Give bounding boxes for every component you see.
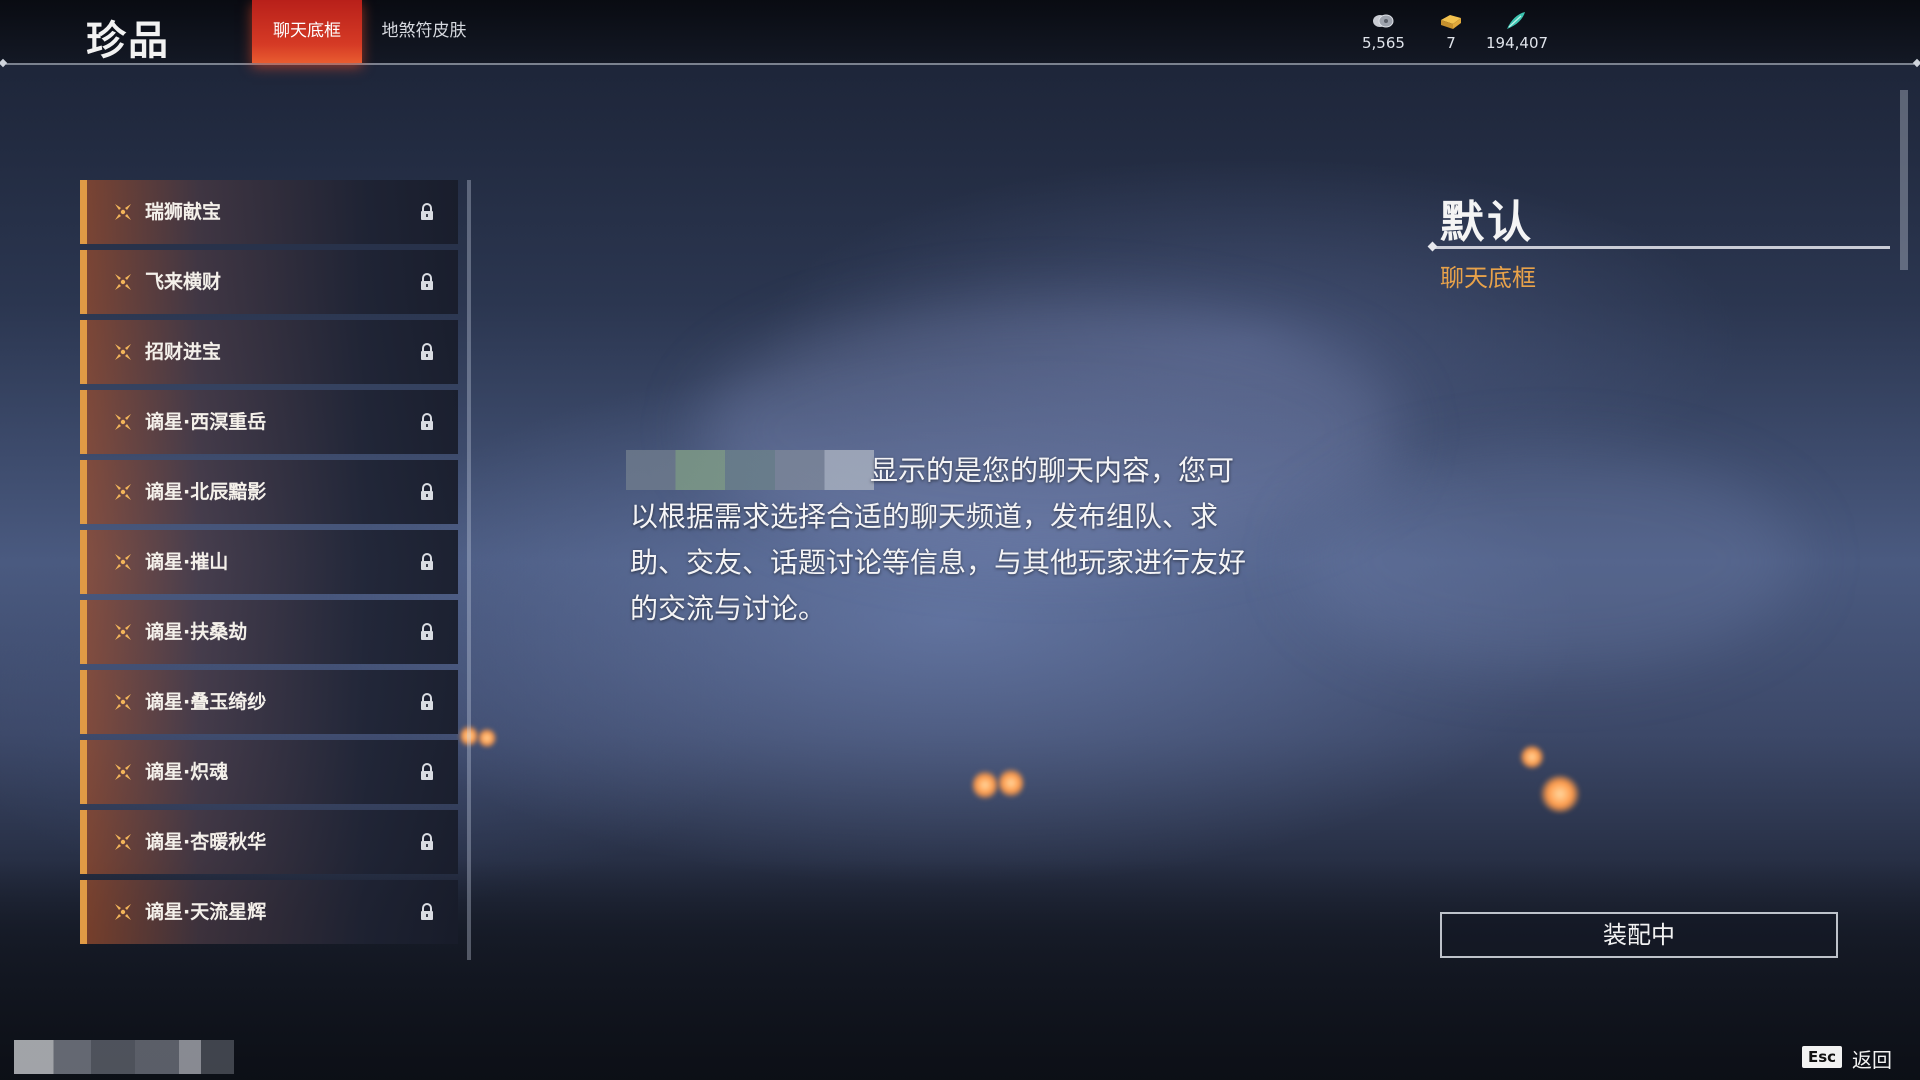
emblem-icon [115, 904, 131, 920]
tab-talisman-skin[interactable]: 地煞符皮肤 [368, 0, 480, 63]
list-item[interactable]: 谪星·西溟重岳 [80, 390, 458, 454]
back-button[interactable]: 返回 [1852, 1044, 1892, 1073]
list-item-label: 谪星·摧山 [145, 551, 229, 573]
list-item[interactable]: 招财进宝 [80, 320, 458, 384]
esc-key-hint[interactable]: Esc [1802, 1046, 1843, 1068]
emblem-icon [115, 694, 131, 710]
lock-icon [421, 763, 433, 780]
lock-icon [421, 483, 433, 500]
emblem-icon [115, 344, 131, 360]
currency-silver-value: 5,565 [1362, 34, 1405, 52]
detail-title: 默认 [1440, 197, 1534, 248]
emblem-icon [115, 764, 131, 780]
lantern-light [998, 768, 1024, 798]
lock-icon [421, 273, 433, 290]
lock-icon [421, 623, 433, 640]
currency-gold: 7 [1438, 10, 1464, 52]
lock-icon [421, 343, 433, 360]
item-list: 瑞狮献宝飞来横财招财进宝谪星·西溟重岳 谪星·北辰黯影 谪星·摧山谪星·扶桑劫 谪星·… [80, 180, 470, 960]
gold-ingot-icon [1441, 15, 1461, 29]
currency-jade-value: 194,407 [1486, 34, 1549, 52]
lantern-light [1520, 745, 1544, 769]
emblem-icon [115, 834, 131, 850]
lantern-light [972, 770, 998, 800]
list-item-label: 飞来横财 [145, 271, 222, 293]
currency-silver: 5,565 [1362, 10, 1405, 52]
emblem-icon [115, 204, 131, 220]
list-item[interactable]: 谪星·摧山 [80, 530, 458, 594]
list-item[interactable]: 谪星·杏暖秋华 [80, 810, 458, 874]
list-item-label: 招财进宝 [145, 341, 222, 363]
list-item-label: 谪星·杏暖秋华 [145, 831, 267, 853]
list-item-label: 谪星·天流星辉 [145, 901, 267, 923]
list-item-label: 谪星·西溟重岳 [145, 411, 267, 433]
detail-category: 聊天底框 [1440, 264, 1536, 292]
tab-chat-frame[interactable]: 聊天底框 [252, 0, 362, 63]
jade-feather-icon [1507, 12, 1525, 29]
list-item-label: 谪星·炽魂 [145, 761, 229, 783]
list-item[interactable]: 瑞狮献宝 [80, 180, 458, 244]
emblem-icon [115, 554, 131, 570]
lantern-light [1540, 775, 1580, 813]
list-item-label: 谪星·北辰黯影 [145, 481, 267, 503]
lock-icon [421, 413, 433, 430]
emblem-icon [115, 274, 131, 290]
list-item[interactable]: 谪星·北辰黯影 [80, 460, 458, 524]
list-item-label: 谪星·扶桑劫 [145, 621, 248, 643]
list-item[interactable]: 谪星·叠玉绮纱 [80, 670, 458, 734]
lock-icon [421, 553, 433, 570]
list-item[interactable]: 谪星·天流星辉 [80, 880, 458, 944]
silver-coin-icon [1373, 14, 1394, 28]
currency-jade: 194,407 [1486, 10, 1549, 52]
redacted-footer [14, 1040, 234, 1074]
list-item[interactable]: 谪星·炽魂 [80, 740, 458, 804]
chat-preview-text: 显示的是您的聊天内容，您可 以根据需求选择合适的聊天频道，发布组队、求助、交友、… [630, 448, 1270, 632]
list-scrollbar[interactable] [467, 180, 471, 960]
list-item-label: 谪星·叠玉绮纱 [145, 691, 267, 713]
lock-icon [421, 903, 433, 920]
emblem-icon [115, 414, 131, 430]
top-divider [6, 63, 1914, 65]
list-item-label: 瑞狮献宝 [145, 201, 222, 223]
list-item[interactable]: 谪星·扶桑劫 [80, 600, 458, 664]
emblem-icon [115, 624, 131, 640]
fog-cloud [1300, 450, 1800, 670]
currency-gold-value: 7 [1446, 34, 1456, 52]
lantern-light [478, 728, 496, 748]
list-item[interactable]: 飞来横财 [80, 250, 458, 314]
lock-icon [421, 693, 433, 710]
page-title: 珍品 [86, 18, 170, 64]
lock-icon [421, 833, 433, 850]
emblem-icon [115, 484, 131, 500]
chat-preview-rest: 以根据需求选择合适的聊天频道，发布组队、求助、交友、话题讨论等信息，与其他玩家进… [630, 500, 1247, 625]
lock-icon [421, 203, 433, 220]
chat-preview-line1: 显示的是您的聊天内容，您可 [870, 454, 1235, 487]
detail-divider [1434, 246, 1890, 249]
equip-button[interactable]: 装配中 [1440, 912, 1838, 958]
detail-scrollbar[interactable] [1900, 90, 1908, 270]
